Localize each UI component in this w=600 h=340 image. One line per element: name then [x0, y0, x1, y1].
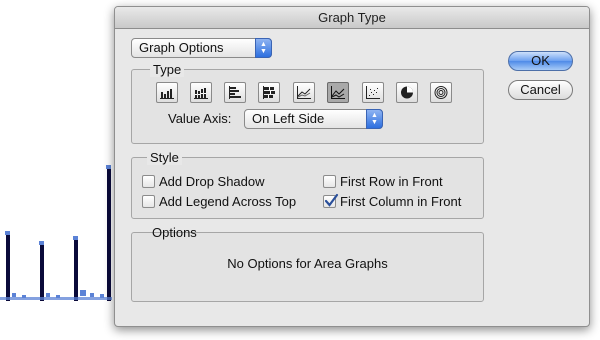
add-legend-across-top-checkbox[interactable] [142, 195, 155, 208]
options-message: No Options for Area Graphs [227, 256, 388, 271]
value-axis-label: Value Axis: [168, 111, 232, 126]
popup-arrows-icon: ▲ ▼ [255, 38, 272, 58]
scatter-graph-icon[interactable] [362, 82, 384, 103]
radar-graph-icon[interactable] [430, 82, 452, 103]
type-group-label: Type [150, 62, 185, 77]
graph-options-popup[interactable]: Graph Options ▲ ▼ [131, 38, 272, 58]
checkmark-icon [324, 193, 339, 207]
stacked-bar-graph-icon[interactable] [258, 82, 280, 103]
add-drop-shadow-label: Add Drop Shadow [159, 174, 265, 189]
type-group [131, 69, 484, 144]
first-row-in-front-label: First Row in Front [340, 174, 443, 189]
stacked-column-graph-icon[interactable] [190, 82, 212, 103]
style-group-label: Style [147, 150, 182, 165]
popup-arrows-icon: ▲ ▼ [366, 109, 383, 129]
first-column-in-front-label: First Column in Front [340, 194, 462, 209]
value-axis-popup[interactable]: On Left Side ▲ ▼ [244, 109, 383, 129]
cancel-button[interactable]: Cancel [508, 80, 573, 100]
add-drop-shadow-checkbox[interactable] [142, 175, 155, 188]
graph-column [40, 244, 44, 301]
line-graph-icon[interactable] [293, 82, 315, 103]
grouped-column-graph-icon[interactable] [156, 82, 178, 103]
ok-button[interactable]: OK [508, 51, 573, 71]
bar-graph-icon[interactable] [224, 82, 246, 103]
first-column-in-front-checkbox[interactable] [323, 193, 339, 208]
options-group-label: Options [152, 225, 197, 240]
value-axis-popup-value: On Left Side [252, 111, 325, 126]
graph-column [74, 239, 78, 301]
graph-column [107, 168, 111, 301]
first-row-in-front-checkbox[interactable] [323, 175, 336, 188]
dialog-title: Graph Type [115, 7, 589, 29]
graph-column [6, 234, 10, 301]
area-graph-icon[interactable] [327, 82, 349, 103]
pie-graph-icon[interactable] [396, 82, 418, 103]
graph-options-popup-value: Graph Options [139, 40, 224, 55]
add-legend-across-top-label: Add Legend Across Top [159, 194, 297, 209]
